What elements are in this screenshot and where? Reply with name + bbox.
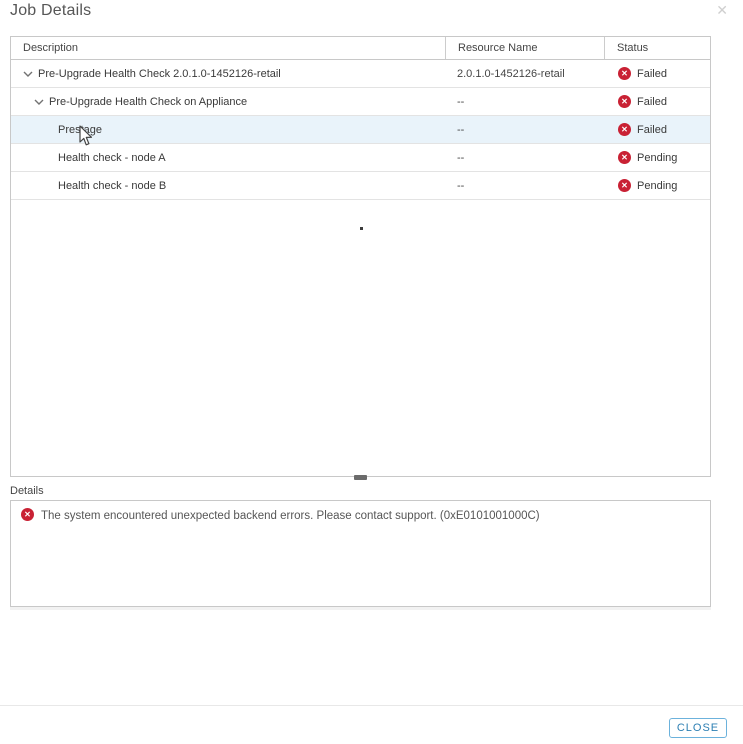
- job-details-dialog: Job Details ✕ Description Resource Name …: [0, 0, 743, 744]
- panel-resize-handle[interactable]: [354, 475, 367, 480]
- column-header-resource-name[interactable]: Resource Name: [445, 37, 604, 59]
- row-description: Health check - node B: [58, 180, 166, 192]
- close-button[interactable]: CLOSE: [669, 718, 727, 738]
- close-icon[interactable]: ✕: [716, 3, 728, 17]
- chevron-down-icon[interactable]: [34, 98, 44, 106]
- table-row[interactable]: Pre-Upgrade Health Check on Appliance --…: [11, 88, 710, 116]
- row-resource-name: --: [445, 152, 604, 164]
- status-badge: Failed: [637, 68, 667, 80]
- error-circle-icon: ✕: [618, 123, 631, 136]
- status-badge: Failed: [637, 96, 667, 108]
- status-badge: Pending: [637, 180, 677, 192]
- page-title: Job Details: [10, 2, 91, 20]
- error-circle-icon: ✕: [21, 508, 34, 521]
- status-badge: Pending: [637, 152, 677, 164]
- row-resource-name: --: [445, 96, 604, 108]
- stray-pixel-dot: [360, 227, 363, 230]
- row-description: Pre-Upgrade Health Check on Appliance: [49, 96, 247, 108]
- table-row[interactable]: Health check - node A -- ✕ Pending: [11, 144, 710, 172]
- table-row[interactable]: Health check - node B -- ✕ Pending: [11, 172, 710, 200]
- table-row-selected[interactable]: Prestage -- ✕ Failed: [11, 116, 710, 144]
- row-resource-name: --: [445, 180, 604, 192]
- footer-divider: [0, 705, 743, 706]
- column-header-status[interactable]: Status: [604, 37, 710, 59]
- error-message: The system encountered unexpected backen…: [41, 508, 540, 523]
- row-resource-name: 2.0.1.0-1452126-retail: [445, 68, 604, 80]
- details-panel: ✕ The system encountered unexpected back…: [10, 500, 711, 607]
- details-section-label: Details: [10, 485, 44, 497]
- error-circle-icon: ✕: [618, 67, 631, 80]
- error-circle-icon: ✕: [618, 95, 631, 108]
- column-header-description[interactable]: Description: [11, 37, 445, 59]
- row-resource-name: --: [445, 124, 604, 136]
- table-row[interactable]: Pre-Upgrade Health Check 2.0.1.0-1452126…: [11, 60, 710, 88]
- chevron-down-icon[interactable]: [23, 70, 33, 78]
- row-description: Prestage: [58, 124, 102, 136]
- status-badge: Failed: [637, 124, 667, 136]
- row-description: Health check - node A: [58, 152, 166, 164]
- error-circle-icon: ✕: [618, 179, 631, 192]
- table-header: Description Resource Name Status: [11, 37, 710, 60]
- job-steps-table: Description Resource Name Status Pre-Upg…: [10, 36, 711, 477]
- error-circle-icon: ✕: [618, 151, 631, 164]
- row-description: Pre-Upgrade Health Check 2.0.1.0-1452126…: [38, 68, 281, 80]
